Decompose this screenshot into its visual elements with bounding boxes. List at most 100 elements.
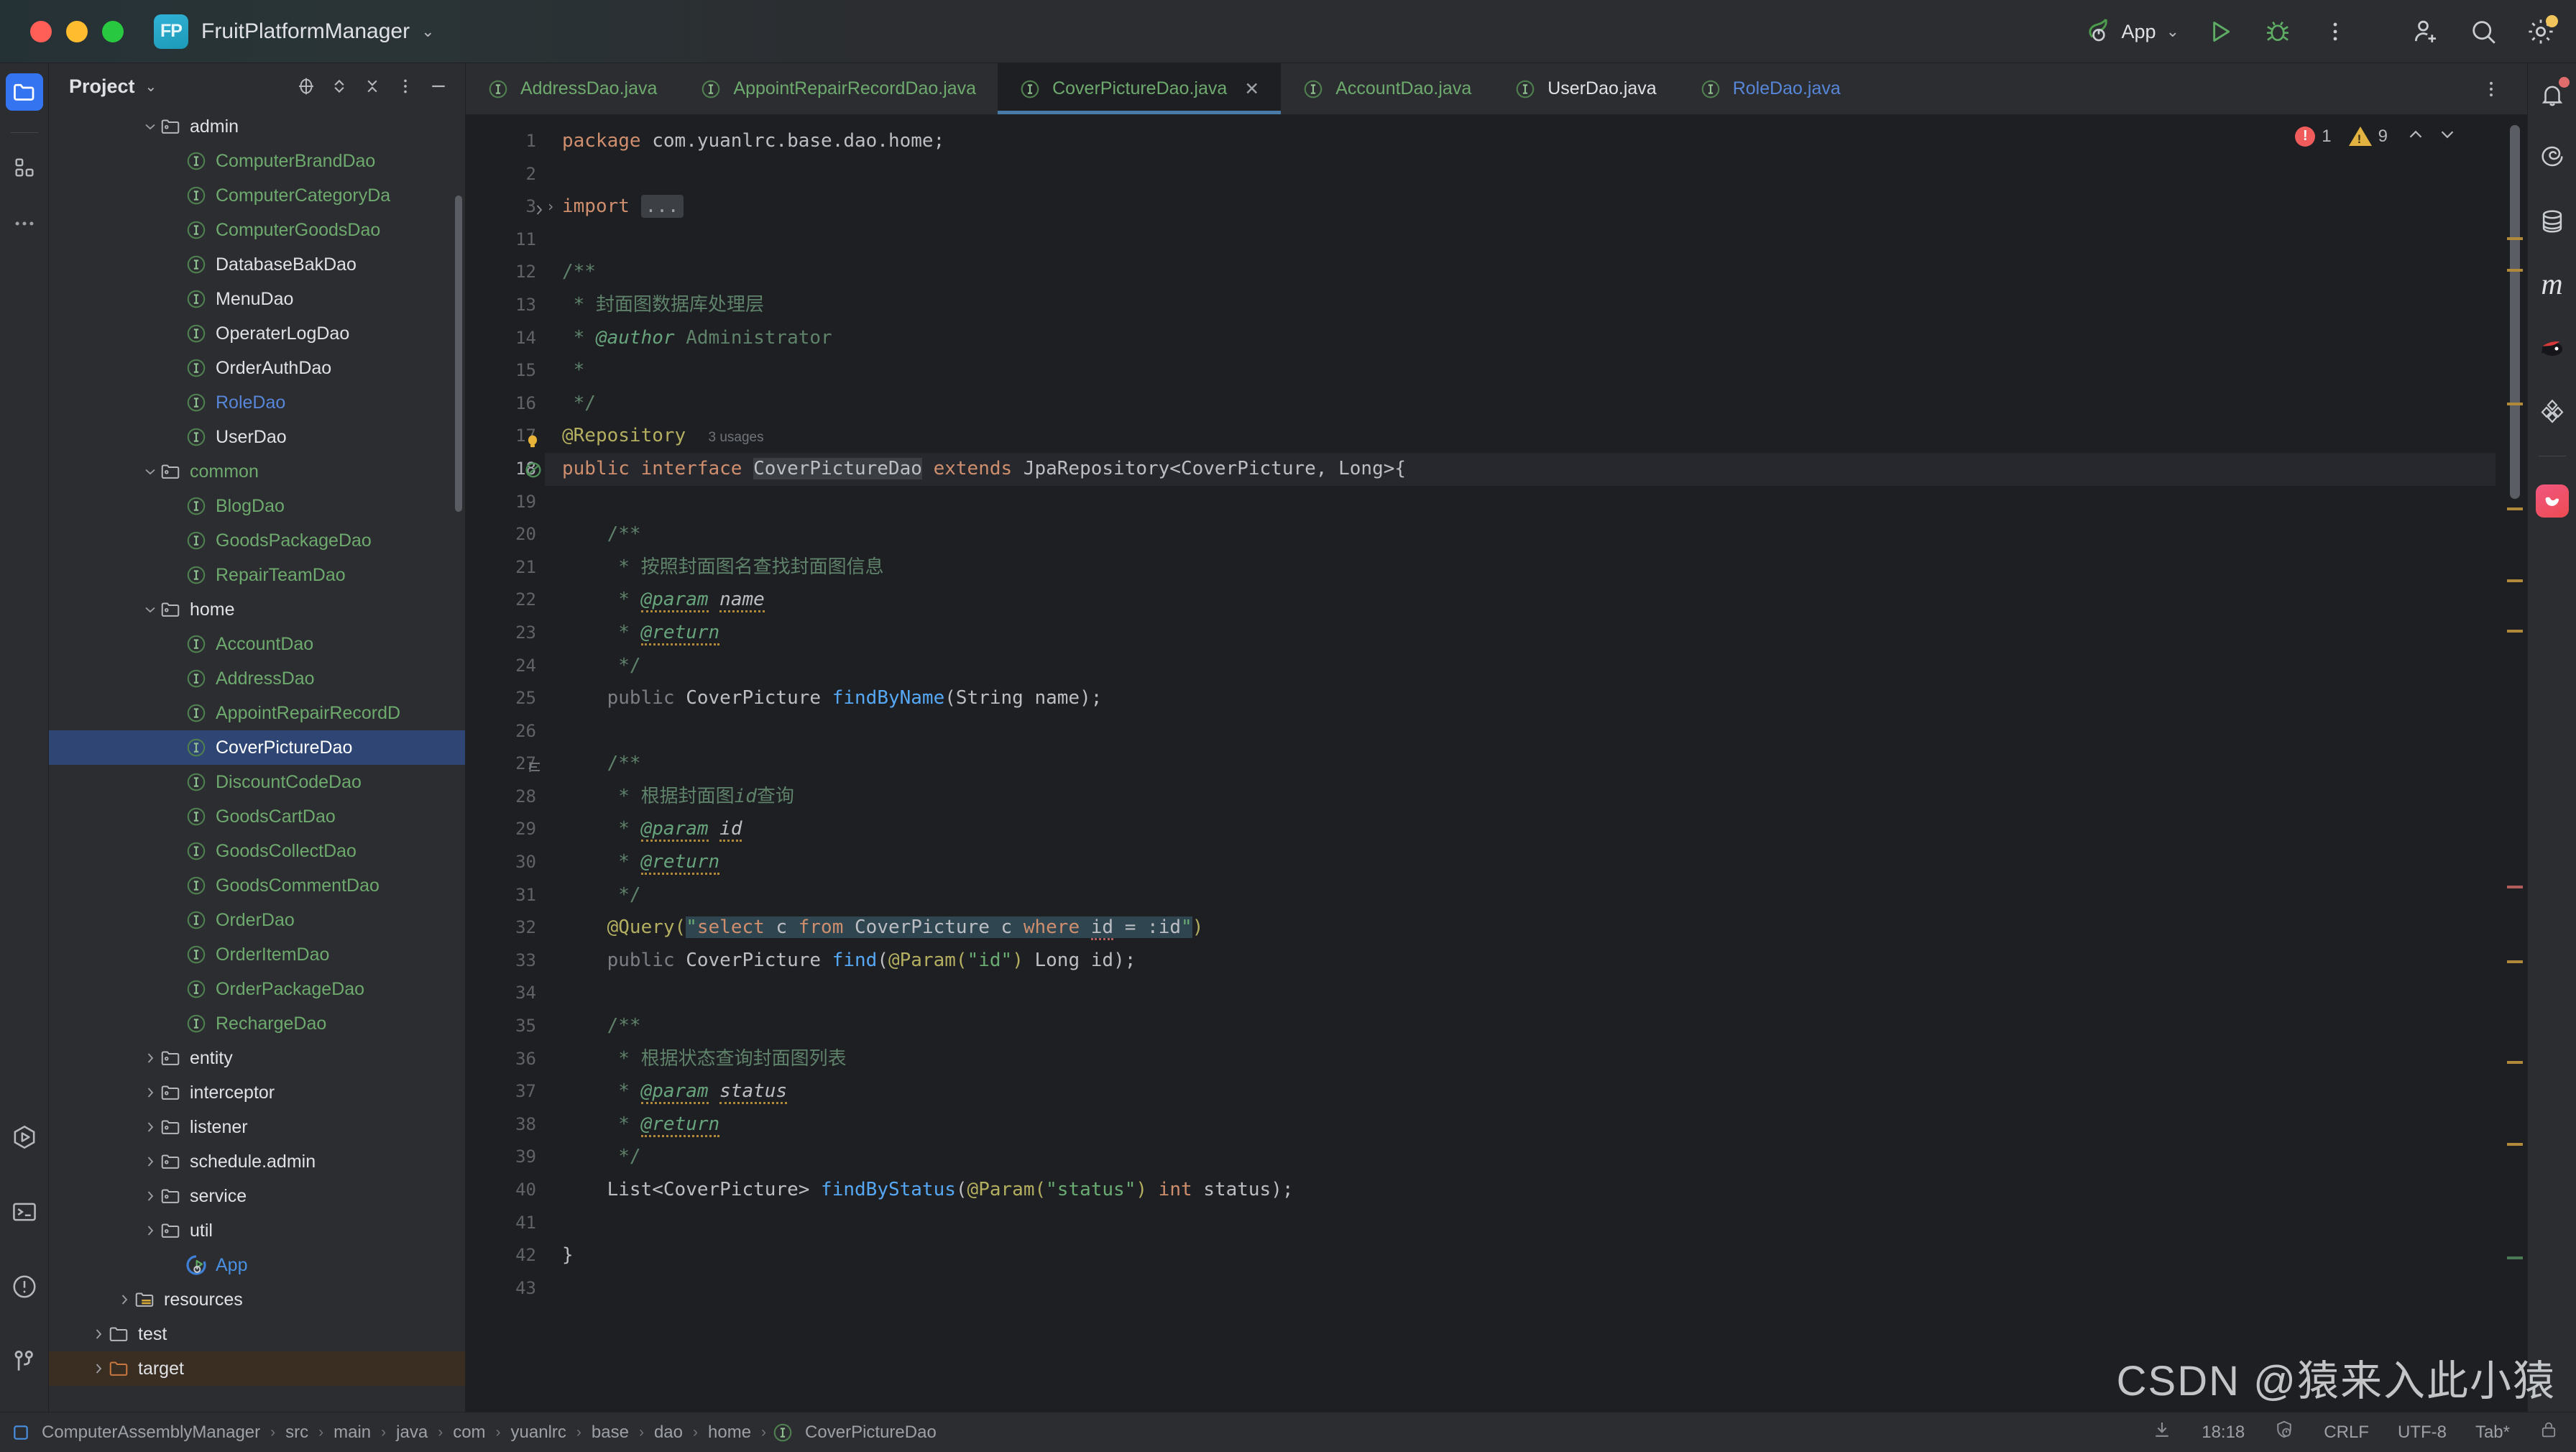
chevron-down-icon[interactable] (141, 600, 160, 619)
indent-label[interactable]: Tab* (2475, 1423, 2510, 1443)
tree-item-operaterlogdao[interactable]: OperaterLogDao (49, 316, 465, 351)
chevron-right-icon[interactable] (89, 1359, 108, 1378)
line-number[interactable]: 13 (466, 289, 545, 322)
tree-item-roledao[interactable]: RoleDao (49, 385, 465, 420)
ai-assistant-tool-window-button[interactable] (2534, 482, 2571, 520)
project-tree[interactable]: admin ComputerBrandDao ComputerCategoryDa C… (49, 109, 465, 1412)
ninja-tool-window-button[interactable] (2534, 329, 2571, 367)
tree-item-userdao[interactable]: UserDao (49, 420, 465, 454)
tree-item-entity[interactable]: entity (49, 1041, 465, 1075)
inspections-icon[interactable] (2273, 1419, 2295, 1446)
error-indicator[interactable]: ! 1 (2295, 126, 2332, 147)
select-opened-file-button[interactable] (290, 70, 323, 103)
tree-item-service[interactable]: service (49, 1179, 465, 1213)
implemented-interface-icon[interactable] (523, 459, 543, 479)
code-line[interactable]: * @author Administrator (545, 322, 2496, 355)
maximize-window-button[interactable] (102, 20, 124, 42)
structure-tool-window-button[interactable] (6, 149, 43, 186)
editor-tab-coverpicturedao[interactable]: CoverPictureDao.java ✕ (998, 63, 1282, 114)
project-options-button[interactable] (389, 70, 422, 103)
tree-item-discountcodedao[interactable]: DiscountCodeDao (49, 765, 465, 799)
code-line[interactable] (545, 977, 2496, 1010)
project-tool-window-button[interactable] (5, 73, 43, 111)
warning-indicator[interactable]: ! 9 (2348, 127, 2388, 147)
tree-item-target[interactable]: target (49, 1351, 465, 1386)
project-tree-scrollbar[interactable] (455, 196, 462, 512)
code-line[interactable]: * (545, 354, 2496, 387)
code-line[interactable]: */ (545, 387, 2496, 421)
editor-gutter[interactable]: 1 2 3 11 12 13 14 15 16 17 18 19 20 21 22 23 24 25 26 27 28 2… (466, 115, 545, 1412)
line-number[interactable]: 3 (466, 190, 545, 224)
next-problem-button[interactable] (2437, 124, 2458, 149)
tree-item-util[interactable]: util (49, 1213, 465, 1248)
code-line[interactable]: /** (545, 1010, 2496, 1043)
tree-item-test[interactable]: test (49, 1317, 465, 1351)
editor-tab-userdao[interactable]: UserDao.java (1493, 63, 1678, 114)
editor-tab-appointrepairrecorddao[interactable]: AppointRepairRecordDao.java (678, 63, 998, 114)
breadcrumb-item[interactable]: CoverPictureDao (801, 1423, 941, 1443)
tree-item-appointrepairrecordd[interactable]: AppointRepairRecordD (49, 696, 465, 730)
minimize-window-button[interactable] (66, 20, 88, 42)
code-line[interactable]: * @return (545, 846, 2496, 879)
line-number[interactable]: 25 (466, 682, 545, 715)
chevron-right-icon[interactable] (89, 1325, 108, 1343)
version-control-tool-window-button[interactable] (6, 1343, 43, 1380)
hide-panel-button[interactable] (422, 70, 455, 103)
code-line[interactable] (545, 1272, 2496, 1305)
line-number[interactable]: 19 (466, 486, 545, 519)
line-number[interactable]: 31 (466, 879, 545, 912)
code-line[interactable]: public interface CoverPictureDao extends… (545, 452, 2496, 486)
chevron-down-icon[interactable] (141, 462, 160, 481)
tree-item-coverpicturedao[interactable]: CoverPictureDao (49, 730, 465, 765)
breadcrumb-item[interactable]: yuanlrc (507, 1423, 571, 1443)
breadcrumb-item[interactable]: ComputerAssemblyManager (37, 1423, 264, 1443)
tree-item-admin[interactable]: admin (49, 109, 465, 144)
line-number[interactable]: 40 (466, 1174, 545, 1207)
gradle-tool-window-button[interactable] (2534, 392, 2571, 430)
code-line[interactable]: @Repository 3 usages (545, 420, 2496, 453)
line-number[interactable]: 15 (466, 354, 545, 387)
chevron-right-icon[interactable] (141, 1118, 160, 1136)
editor-tab-roledao[interactable]: RoleDao.java (1678, 63, 1862, 114)
editor-scrollbar-thumb[interactable] (2510, 125, 2520, 499)
breadcrumb-item[interactable]: home (704, 1423, 755, 1443)
line-number[interactable]: 41 (466, 1207, 545, 1240)
line-number[interactable]: 28 (466, 781, 545, 814)
breadcrumb-item[interactable]: java (392, 1423, 432, 1443)
tree-item-listener[interactable]: listener (49, 1110, 465, 1144)
tree-item-resources[interactable]: resources (49, 1282, 465, 1317)
breadcrumb-item[interactable]: com (448, 1423, 489, 1443)
line-number[interactable]: 14 (466, 322, 545, 355)
tree-item-addressdao[interactable]: AddressDao (49, 661, 465, 696)
run-configuration-selector[interactable]: App ⌄ (2084, 16, 2179, 48)
line-number[interactable]: 32 (466, 911, 545, 945)
editor-marker-track[interactable] (2496, 115, 2527, 1412)
tree-item-accountdao[interactable]: AccountDao (49, 627, 465, 661)
notifications-tool-window-button[interactable] (2534, 76, 2571, 114)
code-line[interactable]: /** (545, 748, 2496, 781)
fold-region-icon[interactable] (525, 754, 545, 774)
tree-item-menudao[interactable]: MenuDao (49, 282, 465, 316)
chevron-right-icon[interactable] (141, 1083, 160, 1102)
chevron-right-icon[interactable] (141, 1049, 160, 1067)
inspection-widget[interactable]: ! 1 ! 9 (2295, 124, 2458, 149)
code-line[interactable]: /** (545, 518, 2496, 551)
code-line[interactable]: public CoverPicture find(@Param("id") Lo… (545, 945, 2496, 978)
breadcrumb-item[interactable]: dao (650, 1423, 687, 1443)
settings-icon[interactable] (2524, 15, 2558, 48)
line-separator-label[interactable]: CRLF (2324, 1423, 2369, 1443)
line-number[interactable]: 17 (466, 420, 545, 453)
line-number[interactable]: 26 (466, 715, 545, 748)
tree-item-databasebakdao[interactable]: DatabaseBakDao (49, 247, 465, 282)
more-vertical-icon[interactable] (2319, 15, 2352, 48)
code-line[interactable]: */ (545, 650, 2496, 683)
chevron-down-icon[interactable] (141, 117, 160, 136)
database-tool-window-button[interactable] (2534, 203, 2571, 240)
tree-item-blogdao[interactable]: BlogDao (49, 489, 465, 523)
code-line[interactable]: package com.yuanlrc.base.dao.home; (545, 125, 2496, 158)
line-number[interactable]: 24 (466, 650, 545, 683)
line-number[interactable]: 30 (466, 846, 545, 879)
code-line[interactable] (545, 715, 2496, 748)
chevron-right-icon[interactable] (115, 1290, 134, 1309)
close-icon[interactable]: ✕ (1244, 78, 1259, 100)
